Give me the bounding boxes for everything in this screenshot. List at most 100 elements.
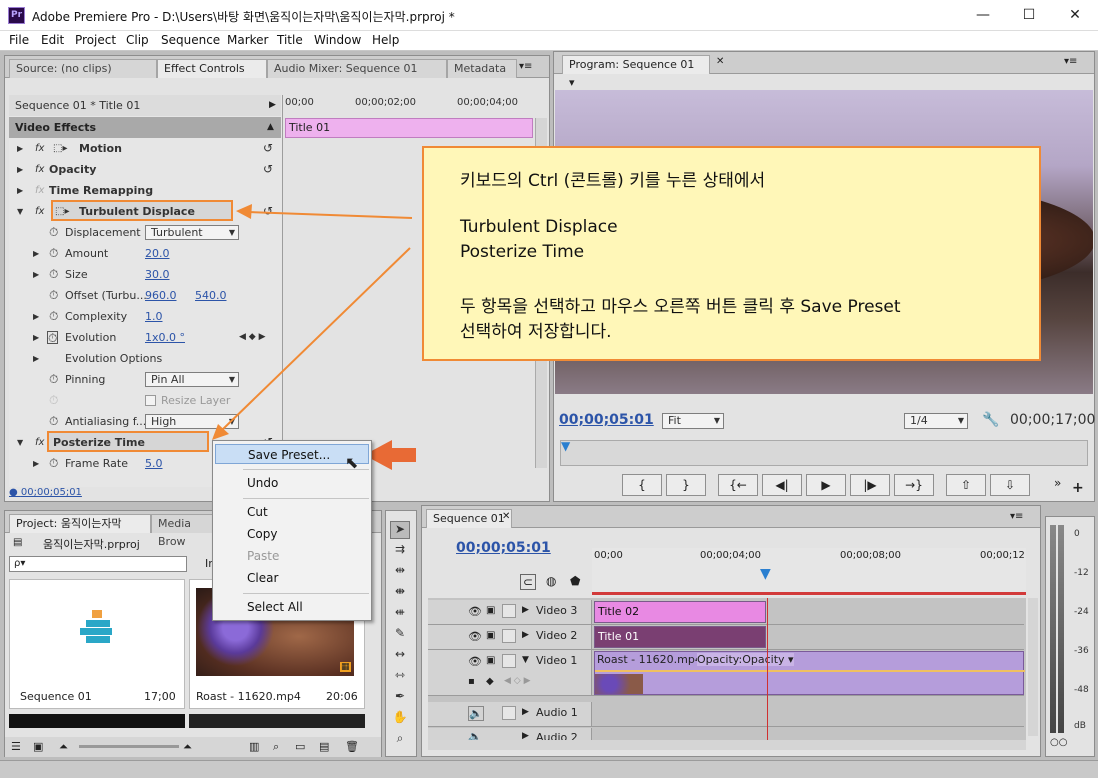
- menu-clip[interactable]: Clip: [126, 33, 149, 47]
- reset-icon[interactable]: ↺: [263, 201, 273, 222]
- playhead-icon[interactable]: ▼: [561, 439, 570, 453]
- film-icon[interactable]: ▣: [486, 630, 495, 641]
- stopwatch-icon[interactable]: ⏱: [49, 285, 58, 306]
- menu-file[interactable]: File: [9, 33, 29, 47]
- go-to-out-button[interactable]: →}: [894, 474, 934, 496]
- new-item-icon[interactable]: ▤: [319, 737, 329, 757]
- film-icon[interactable]: ▣: [486, 605, 495, 616]
- minimize-button[interactable]: —: [960, 0, 1006, 31]
- rate-stretch-tool-icon[interactable]: ⇺: [390, 605, 410, 623]
- slip-tool-icon[interactable]: ↔: [390, 647, 410, 665]
- collapse-arrow-icon[interactable]: ▶: [269, 100, 276, 110]
- close-button[interactable]: ✕: [1052, 0, 1098, 31]
- project-search-input[interactable]: ρ▾: [9, 556, 187, 572]
- timeline-timecode[interactable]: 00;00;05:01: [456, 540, 551, 556]
- collapse-arrow-icon[interactable]: ▼: [522, 655, 529, 665]
- add-marker-icon[interactable]: ⬟: [570, 574, 580, 588]
- pinning-dropdown[interactable]: Pin All ▼: [145, 372, 239, 387]
- selection-tool-icon[interactable]: ➤: [390, 521, 410, 539]
- keyframe-icon[interactable]: ◆: [486, 676, 494, 687]
- panel-menu-icon[interactable]: ▾≡: [1064, 56, 1077, 67]
- project-item-sequence[interactable]: Sequence 01 17;00: [9, 579, 185, 709]
- collapse-arrow-icon[interactable]: ▼: [17, 432, 23, 453]
- frame-rate-value[interactable]: 5.0: [145, 453, 163, 474]
- mark-out-button[interactable]: }: [666, 474, 706, 496]
- offset-y-value[interactable]: 540.0: [195, 285, 227, 306]
- keyframe-nav-icon[interactable]: ◀ ◆ ▶: [239, 327, 266, 348]
- display-style-icon[interactable]: ▪: [468, 676, 475, 687]
- size-value[interactable]: 30.0: [145, 264, 170, 285]
- tab-program[interactable]: Program: Sequence 01 ▾: [562, 55, 710, 89]
- expand-arrow-icon[interactable]: ▶: [522, 605, 529, 615]
- menu-item-clear[interactable]: Clear: [215, 568, 369, 588]
- expand-arrow-icon[interactable]: ▶: [17, 138, 23, 159]
- tab-sequence[interactable]: Sequence 01: [426, 509, 512, 528]
- slide-tool-icon[interactable]: ⇿: [390, 668, 410, 686]
- effect-row-motion[interactable]: ▶ fx ⬚▸ Motion ↺: [9, 138, 281, 159]
- expand-arrow-icon[interactable]: ▶: [33, 327, 39, 348]
- lock-toggle[interactable]: [502, 629, 516, 643]
- eye-icon[interactable]: 👁: [468, 655, 482, 668]
- fit-dropdown[interactable]: Fit ▼: [662, 413, 724, 429]
- stopwatch-icon[interactable]: ⏱: [49, 411, 58, 432]
- solo-buttons-icon[interactable]: ○○: [1050, 737, 1067, 748]
- playhead-icon[interactable]: ▼: [760, 566, 771, 582]
- tab-metadata[interactable]: Metadata: [447, 59, 517, 78]
- effect-row-turbulent-displace[interactable]: ▼ fx ⬚▸ Turbulent Displace ↺: [9, 200, 281, 222]
- offset-x-value[interactable]: 960.0: [145, 285, 177, 306]
- speaker-icon[interactable]: 🔈: [468, 706, 484, 721]
- stopwatch-icon[interactable]: ⏱: [49, 453, 58, 474]
- expand-arrow-icon[interactable]: ▶: [17, 180, 23, 201]
- expand-arrow-icon[interactable]: ▶: [522, 707, 529, 717]
- eye-icon[interactable]: 👁: [468, 605, 482, 618]
- stopwatch-icon[interactable]: ⏱: [49, 264, 58, 285]
- hand-tool-icon[interactable]: ✋: [390, 710, 410, 728]
- reset-icon[interactable]: ↺: [263, 159, 273, 180]
- automate-icon[interactable]: ▥: [249, 737, 259, 757]
- stopwatch-icon[interactable]: ⏱: [49, 222, 58, 243]
- menu-project[interactable]: Project: [75, 33, 116, 47]
- find-icon[interactable]: ⌕: [273, 737, 279, 757]
- project-item-black[interactable]: [9, 714, 185, 728]
- tab-audio-mixer[interactable]: Audio Mixer: Sequence 01: [267, 59, 447, 78]
- track-select-tool-icon[interactable]: ⇉: [390, 542, 410, 560]
- menu-title[interactable]: Title: [277, 33, 303, 47]
- menu-marker[interactable]: Marker: [227, 33, 268, 47]
- razor-tool-icon[interactable]: ✎: [390, 626, 410, 644]
- menu-window[interactable]: Window: [314, 33, 361, 47]
- stopwatch-icon[interactable]: ⏱: [49, 243, 58, 264]
- step-forward-button[interactable]: |▶: [850, 474, 890, 496]
- resize-layer-checkbox[interactable]: [145, 395, 156, 406]
- expand-arrow-icon[interactable]: ▶: [522, 630, 529, 640]
- amount-value[interactable]: 20.0: [145, 243, 170, 264]
- tab-media-browser[interactable]: Media Brow: [151, 514, 217, 548]
- timeline-hscroll[interactable]: [428, 740, 1026, 750]
- reset-icon[interactable]: ↺: [263, 138, 273, 159]
- close-tab-icon[interactable]: ✕: [502, 511, 510, 522]
- resolution-dropdown[interactable]: 1/4 ▼: [904, 413, 968, 429]
- menu-help[interactable]: Help: [372, 33, 399, 47]
- scroll-up-icon[interactable]: ▲: [267, 122, 274, 132]
- expand-arrow-icon[interactable]: ▶: [33, 243, 39, 264]
- clip-title-02[interactable]: Title 02: [594, 601, 766, 623]
- delete-icon[interactable]: 🗑: [345, 737, 359, 757]
- opacity-dropdown[interactable]: Opacity:Opacity ▾: [697, 653, 794, 666]
- clip-roast[interactable]: Roast - 11620.mp4 Opacity:Opacity ▾: [594, 651, 1025, 695]
- close-tab-icon[interactable]: ✕: [716, 56, 724, 67]
- tab-source[interactable]: Source: (no clips): [9, 59, 157, 78]
- lock-toggle[interactable]: [502, 654, 516, 668]
- menu-item-undo[interactable]: Undo: [215, 473, 369, 493]
- lock-toggle[interactable]: [502, 604, 516, 618]
- add-button-icon[interactable]: +: [1072, 480, 1084, 496]
- expand-arrow-icon[interactable]: ▶: [33, 264, 39, 285]
- zoom-slider[interactable]: [79, 745, 179, 748]
- expand-arrow-icon[interactable]: ▶: [33, 306, 39, 327]
- lock-toggle[interactable]: [502, 706, 516, 720]
- program-scrubber[interactable]: ▼: [560, 439, 1088, 466]
- effect-row-opacity[interactable]: ▶ fx Opacity ↺: [9, 159, 281, 180]
- icon-view-icon[interactable]: ▣: [33, 737, 43, 757]
- film-icon[interactable]: ▣: [486, 655, 495, 666]
- go-to-in-button[interactable]: {←: [718, 474, 758, 496]
- displacement-dropdown[interactable]: Turbulent ▼: [145, 225, 239, 240]
- menu-item-cut[interactable]: Cut: [215, 502, 369, 522]
